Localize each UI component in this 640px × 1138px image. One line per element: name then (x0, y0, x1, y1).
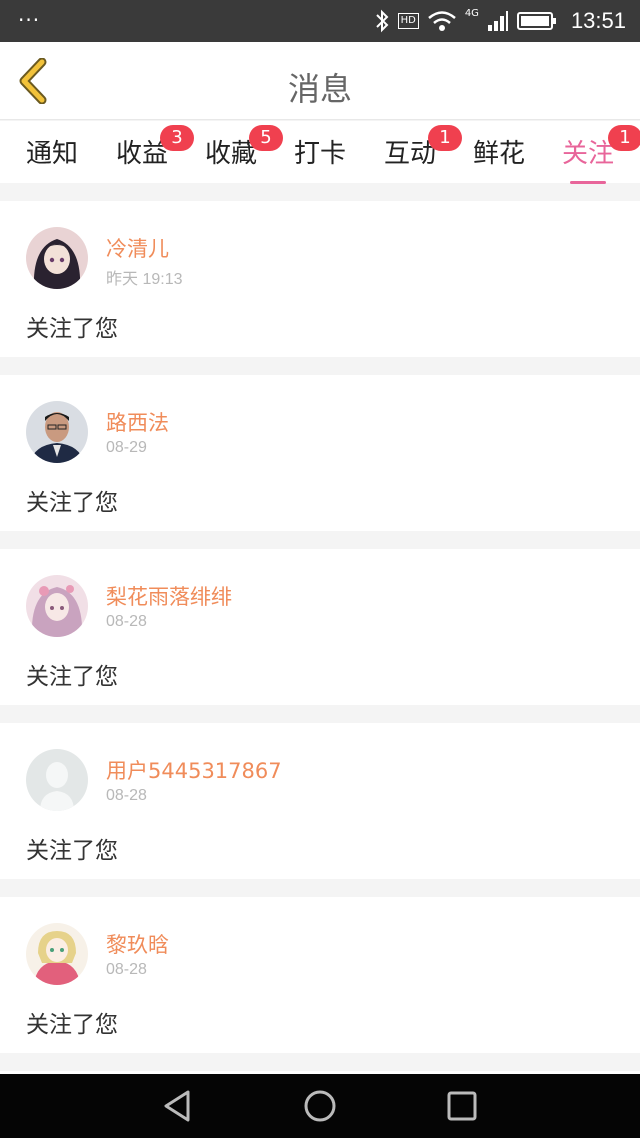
timestamp: 08-28 (106, 961, 147, 978)
timestamp: 08-28 (106, 787, 147, 804)
tab-checkin[interactable]: 打卡 (294, 133, 346, 170)
battery-icon (516, 12, 556, 30)
network-type: 4G (464, 7, 479, 19)
tab-flowers[interactable]: 鲜花 (473, 133, 525, 170)
nav-bar: 消息 (0, 42, 640, 120)
tab-label: 打卡 (294, 139, 347, 169)
list-item[interactable]: 梨花雨落绯绯 08-28 关注了您 (0, 549, 640, 705)
tab-earnings[interactable]: 收益 3 (116, 125, 194, 170)
system-nav-bar (0, 1074, 640, 1138)
status-bar: ··· HD 4G 13:51 (0, 0, 640, 42)
recents-nav-button[interactable] (444, 1088, 480, 1124)
user-name[interactable]: 黎玖晗 (106, 929, 169, 959)
bluetooth-icon (375, 9, 388, 33)
wifi-icon (428, 11, 456, 31)
tab-label: 鲜花 (473, 139, 526, 169)
list-item[interactable]: 黎玖晗 08-28 关注了您 (0, 897, 640, 1053)
message-text: 关注了您 (26, 664, 118, 690)
avatar[interactable] (26, 401, 88, 463)
avatar[interactable] (26, 575, 88, 637)
status-icons: HD 4G 13:51 (374, 0, 626, 42)
list-item[interactable]: 路西法 08-29 关注了您 (0, 375, 640, 531)
back-nav-button[interactable] (160, 1088, 196, 1124)
tab-bar: 通知 收益 3 收藏 5 打卡 互动 1 鲜花 关注 1 (0, 121, 640, 184)
user-name[interactable]: 路西法 (106, 407, 169, 437)
message-text: 关注了您 (26, 316, 118, 342)
tab-label: 互动 (384, 139, 437, 169)
avatar[interactable] (26, 923, 88, 985)
tab-label: 收益 (116, 139, 169, 169)
hd-indicator: HD (397, 13, 419, 29)
clock: 13:51 (570, 8, 626, 33)
avatar[interactable] (26, 227, 88, 289)
unread-badge: 1 (608, 125, 640, 151)
timestamp: 昨天 19:13 (106, 271, 183, 288)
square-recents-icon (447, 1091, 477, 1121)
message-text: 关注了您 (26, 838, 118, 864)
active-tab-indicator (570, 181, 607, 184)
tab-follow[interactable]: 关注 1 (562, 125, 640, 184)
timestamp: 08-28 (106, 613, 147, 630)
tab-interaction[interactable]: 互动 1 (384, 125, 462, 170)
tab-label: 通知 (26, 139, 79, 169)
user-name[interactable]: 冷清儿 (106, 233, 169, 263)
unread-badge: 1 (428, 125, 462, 151)
message-text: 关注了您 (26, 1012, 118, 1038)
list-item[interactable]: 用户5445317867 08-28 关注了您 (0, 723, 640, 879)
tab-favorites[interactable]: 收藏 5 (205, 125, 283, 170)
signal-icon (487, 11, 508, 31)
list-item[interactable]: 冷清儿 昨天 19:13 关注了您 (0, 201, 640, 357)
page-title: 消息 (287, 70, 352, 108)
unread-badge: 5 (249, 125, 283, 151)
tab-label: 收藏 (205, 139, 258, 169)
circle-home-icon (304, 1090, 336, 1122)
tab-notification[interactable]: 通知 (26, 133, 78, 170)
triangle-back-icon (164, 1090, 190, 1122)
notification-dots-icon: ··· (18, 8, 41, 32)
home-nav-button[interactable] (302, 1088, 338, 1124)
unread-badge: 3 (160, 125, 194, 151)
user-name[interactable]: 用户5445317867 (106, 755, 282, 785)
user-name[interactable]: 梨花雨落绯绯 (106, 581, 232, 611)
default-avatar-icon[interactable] (26, 749, 88, 811)
tab-label: 关注 (562, 139, 615, 169)
message-text: 关注了您 (26, 490, 118, 516)
timestamp: 08-29 (106, 439, 147, 456)
